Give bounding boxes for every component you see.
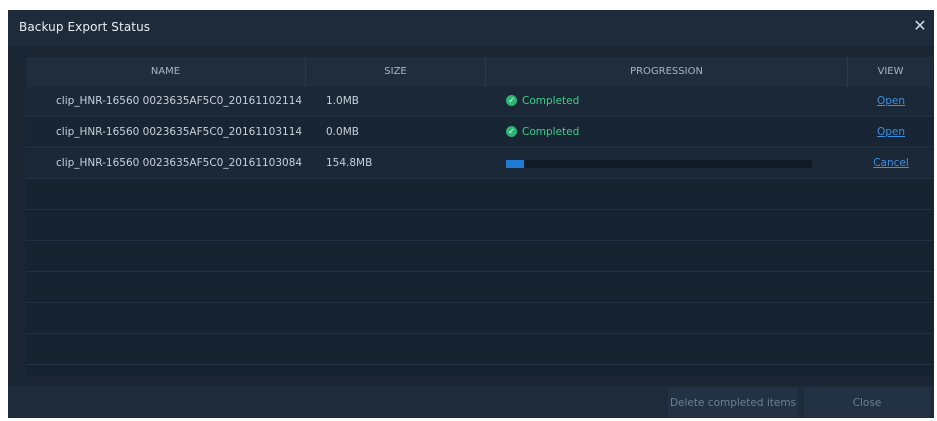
- progress-status: ✓ Completed: [506, 118, 836, 148]
- dialog-footer: Delete completed items Close: [8, 386, 934, 418]
- empty-row: [26, 180, 933, 210]
- progress-bar: [506, 160, 812, 168]
- file-name: clip_HNR-16560 0023635AF5C0_20161103114: [56, 126, 303, 138]
- view-cell: Cancel: [856, 149, 926, 179]
- column-header-size[interactable]: SIZE: [306, 57, 486, 87]
- status-completed: Completed: [522, 95, 580, 107]
- view-cell: Open: [856, 118, 926, 148]
- file-size: 0.0MB: [326, 126, 359, 138]
- empty-row: [26, 242, 933, 272]
- empty-row: [26, 304, 933, 334]
- progress-status: ✓ Completed: [506, 87, 836, 117]
- file-name: clip_HNR-16560 0023635AF5C0_20161103084: [56, 157, 303, 169]
- column-header-name[interactable]: NAME: [26, 57, 306, 87]
- dialog-titlebar: Backup Export Status ✕: [8, 10, 934, 46]
- check-circle-icon: ✓: [506, 94, 517, 106]
- table-row[interactable]: clip_HNR-16560 0023635AF5C0_20161102114 …: [26, 87, 933, 117]
- close-icon[interactable]: ✕: [910, 16, 930, 36]
- open-link[interactable]: Open: [877, 95, 905, 107]
- status-completed: Completed: [522, 126, 580, 138]
- delete-completed-button[interactable]: Delete completed items: [668, 388, 798, 418]
- table-row[interactable]: clip_HNR-16560 0023635AF5C0_20161103114 …: [26, 118, 933, 148]
- file-name: clip_HNR-16560 0023635AF5C0_20161102114: [56, 95, 303, 107]
- check-circle-icon: ✓: [506, 125, 517, 137]
- column-header-view[interactable]: VIEW: [848, 57, 933, 87]
- empty-row: [26, 335, 933, 365]
- dialog-title: Backup Export Status: [19, 20, 151, 34]
- file-size: 1.0MB: [326, 95, 359, 107]
- export-table: NAME SIZE PROGRESSION VIEW clip_HNR-1656…: [26, 57, 933, 375]
- table-row[interactable]: clip_HNR-16560 0023635AF5C0_20161103084 …: [26, 149, 933, 179]
- cancel-link[interactable]: Cancel: [873, 157, 909, 169]
- column-header-progression[interactable]: PROGRESSION: [486, 57, 848, 87]
- view-cell: Open: [856, 87, 926, 117]
- progress-cell: [506, 149, 836, 179]
- open-link[interactable]: Open: [877, 126, 905, 138]
- backup-export-dialog: Backup Export Status ✕ NAME SIZE PROGRES…: [8, 10, 934, 418]
- file-size: 154.8MB: [326, 157, 373, 169]
- table-header: NAME SIZE PROGRESSION VIEW: [26, 57, 933, 87]
- empty-row: [26, 273, 933, 303]
- empty-row: [26, 211, 933, 241]
- progress-bar-fill: [506, 160, 525, 168]
- close-button[interactable]: Close: [804, 388, 930, 418]
